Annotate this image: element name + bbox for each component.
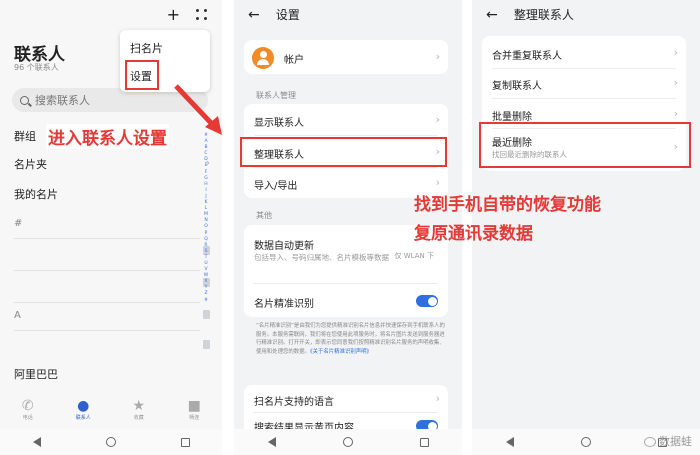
page-title: 整理联系人	[513, 8, 574, 22]
section-label: 其他	[256, 211, 272, 220]
divider	[492, 68, 676, 69]
back-arrow-icon[interactable]: ←	[486, 7, 500, 23]
chevron-right-icon: ›	[673, 46, 678, 59]
chevron-right-icon: ›	[435, 50, 440, 63]
back-nav-icon[interactable]	[505, 437, 514, 447]
import-export-item[interactable]: 导入/导出	[254, 177, 297, 192]
system-navbar	[234, 429, 462, 455]
chevron-right-icon: ›	[435, 176, 440, 189]
divider	[492, 98, 676, 99]
auto-update-item[interactable]: 数据自动更新	[254, 237, 314, 252]
recents-nav-icon[interactable]	[419, 437, 429, 447]
watermark: 数据蛙	[644, 433, 692, 449]
divider	[254, 167, 438, 168]
chevron-right-icon: ›	[673, 76, 678, 89]
highlight-box	[240, 137, 447, 167]
settings-header: ← 设置	[248, 6, 300, 23]
weibo-icon	[644, 437, 656, 447]
back-nav-icon[interactable]	[267, 437, 276, 447]
home-nav-icon[interactable]	[342, 437, 353, 447]
avatar-icon	[252, 47, 274, 69]
wlan-hint: 仅 WLAN 下	[394, 252, 434, 260]
home-nav-icon[interactable]	[580, 437, 591, 447]
account-label: 帐户	[284, 55, 304, 66]
copy-contacts-item[interactable]: 复制联系人	[492, 77, 542, 92]
languages-item[interactable]: 扫名片支持的语言	[254, 393, 334, 408]
annotation-enter-settings: 进入联系人设置	[46, 124, 169, 149]
annotation-find-restore: 找到手机自带的恢复功能 复原通讯录数据	[414, 195, 601, 244]
divider	[254, 412, 438, 413]
chevron-right-icon: ›	[673, 107, 678, 120]
display-contacts-item[interactable]: 显示联系人	[254, 114, 304, 129]
highlight-box	[479, 122, 691, 168]
divider	[254, 135, 438, 136]
page-title: 设置	[275, 8, 300, 22]
chevron-right-icon: ›	[435, 392, 440, 405]
divider	[254, 283, 438, 284]
account-card[interactable]: 帐户 ›	[244, 40, 448, 74]
card-precise-note: “名片精准识别”是由我们为您提供精准识别名片信息并快速保存到手机联系人的服务。本…	[256, 323, 445, 355]
back-arrow-icon[interactable]: ←	[248, 7, 262, 23]
section-label: 联系人管理	[256, 91, 296, 100]
card-precise-toggle[interactable]	[416, 295, 438, 307]
chevron-right-icon: ›	[435, 113, 440, 126]
merge-duplicates-item[interactable]: 合并重复联系人	[492, 47, 562, 62]
statement-link[interactable]: 《关于名片精准识别声明》	[310, 349, 372, 355]
card-precise-item: 名片精准识别	[254, 299, 314, 310]
batch-delete-item[interactable]: 批量删除	[492, 108, 532, 123]
organize-header: ← 整理联系人	[486, 6, 574, 23]
